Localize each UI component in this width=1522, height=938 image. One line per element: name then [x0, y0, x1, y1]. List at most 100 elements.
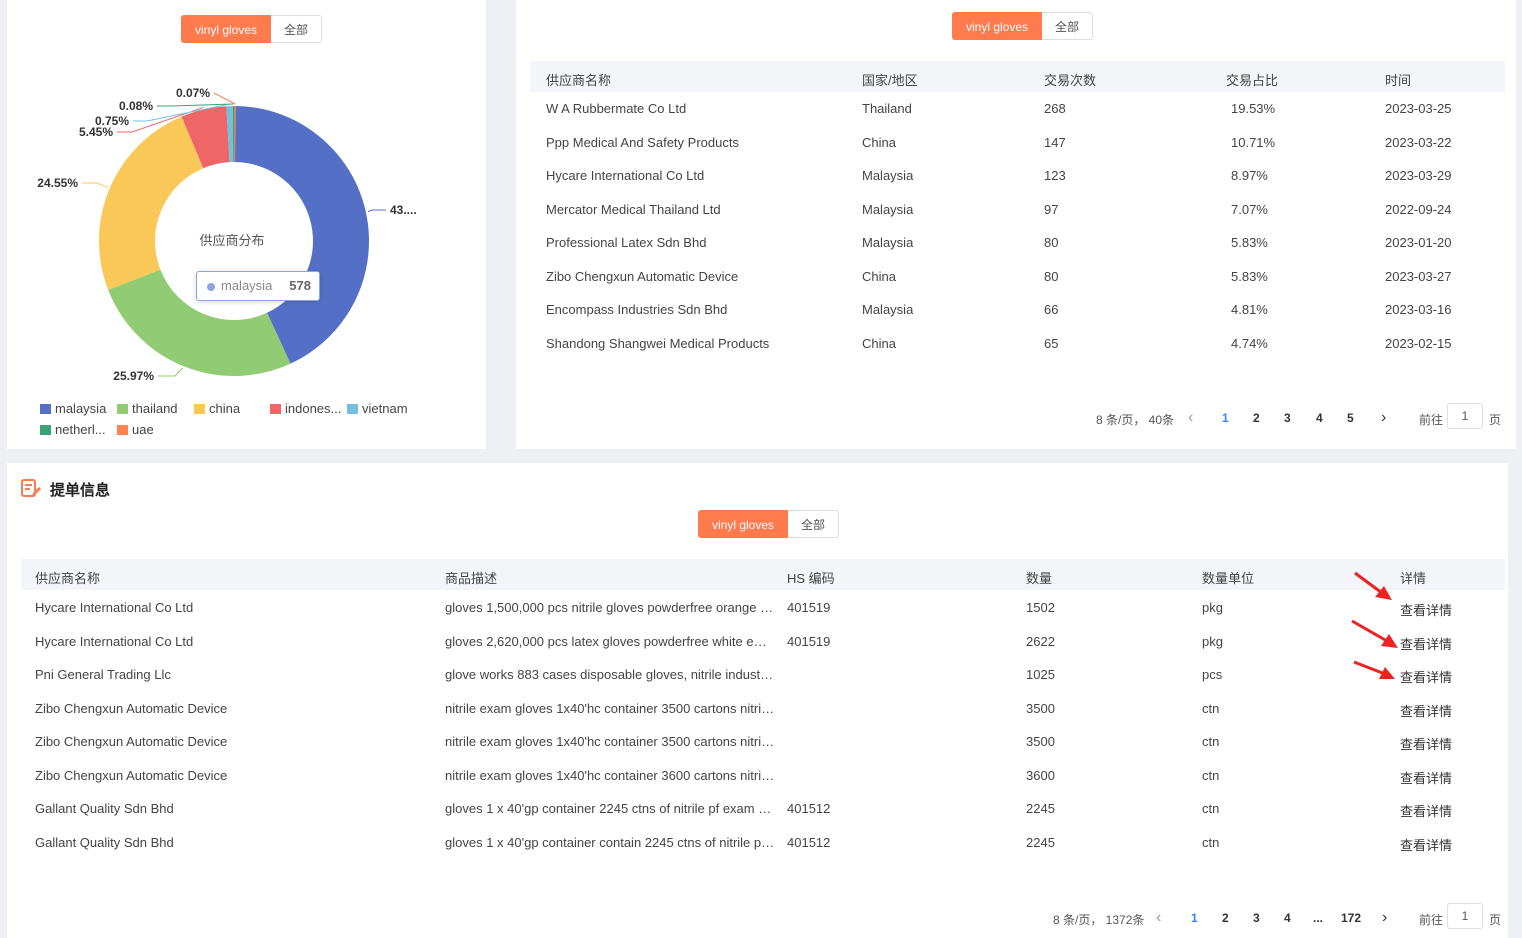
legend-item[interactable]: china: [194, 401, 240, 416]
pager-goto-label: 前往: [1419, 413, 1444, 427]
pager-prev-button[interactable]: ‹: [1188, 409, 1193, 427]
cell-quantity: 3600: [1026, 767, 1055, 783]
pager-page-4[interactable]: 4: [1284, 911, 1291, 925]
pager-goto-input[interactable]: 1: [1447, 903, 1483, 929]
pager-page-1[interactable]: 1: [1191, 911, 1198, 925]
tab-all[interactable]: 全部: [1042, 12, 1094, 40]
pager-next-button[interactable]: ›: [1382, 909, 1387, 927]
tooltip-value: 578: [289, 278, 311, 293]
table-row: Zibo Chengxun Automatic Device nitrile ex…: [21, 701, 1505, 721]
legend-item[interactable]: indones...: [270, 401, 341, 416]
cell-country: China: [862, 134, 896, 150]
table-header: 供应商名称 国家/地区 交易次数 交易占比 时间: [530, 61, 1505, 92]
label-leader-line: [82, 182, 109, 189]
legend-label: vietnam: [362, 401, 408, 416]
legend-swatch: [194, 404, 205, 414]
pager-page-172[interactable]: 172: [1341, 911, 1361, 925]
legend-item[interactable]: uae: [117, 422, 154, 437]
table-row: Gallant Quality Sdn Bhd gloves 1 x 40'gp …: [21, 835, 1505, 855]
pager-page-1[interactable]: 1: [1222, 411, 1229, 425]
view-detail-link[interactable]: 查看详情: [1400, 801, 1452, 820]
pager-next-button[interactable]: ›: [1381, 409, 1386, 427]
legend-label: china: [209, 401, 241, 416]
table-row: Ppp Medical And Safety Products China 147 1…: [530, 135, 1505, 155]
cell-trade-share: 10.71%: [1231, 134, 1276, 150]
col-country: 国家/地区: [862, 73, 918, 88]
pager-ellipsis[interactable]: ...: [1313, 911, 1323, 925]
label-leader-line: [367, 209, 386, 213]
supplier-table: 供应商名称 国家/地区 交易次数 交易占比 时间 W A Rubbermate …: [530, 61, 1505, 361]
col-supplier: 供应商名称: [546, 73, 612, 88]
cell-quantity: 2245: [1026, 801, 1055, 816]
cell-hs-code: 401512: [787, 801, 831, 816]
cell-supplier: Pni General Trading Llc: [35, 667, 171, 682]
cell-unit: ctn: [1202, 700, 1220, 716]
pager-page-3[interactable]: 3: [1253, 911, 1260, 925]
slice-label: 0.08%: [119, 99, 153, 113]
pager-page-suffix: 页: [1489, 913, 1502, 927]
cell-trade-count: 123: [1044, 168, 1066, 183]
cell-description: gloves 1,500,000 pcs nitrile gloves powd…: [445, 600, 775, 615]
cell-date: 2023-03-29: [1385, 168, 1452, 183]
view-detail-link[interactable]: 查看详情: [1400, 701, 1452, 720]
tab-vinyl-gloves[interactable]: vinyl gloves: [952, 12, 1043, 40]
cell-date: 2022-09-24: [1385, 201, 1452, 217]
col-quantity: 数量: [1026, 571, 1053, 586]
pager-page-5[interactable]: 5: [1347, 411, 1354, 425]
cell-hs-code: 401512: [787, 834, 831, 850]
legend-swatch: [270, 404, 281, 414]
cell-description: nitrile exam gloves 1x40'hc container 35…: [445, 700, 775, 716]
chart-panel: vinyl gloves 全部 43.... 25.97% 24.55% 5.45% 0…: [7, 0, 486, 449]
table-row: Zibo Chengxun Automatic Device nitrile ex…: [21, 734, 1505, 754]
cell-trade-count: 80: [1044, 268, 1059, 284]
supplier-pager: 8 条/页， 40条 ‹ 1 2 3 4 5 › 前往 1 页: [1096, 403, 1506, 430]
view-detail-link[interactable]: 查看详情: [1400, 734, 1452, 753]
slice-label: 24.55%: [37, 176, 78, 190]
legend-item[interactable]: netherl...: [40, 422, 106, 437]
donut-slice-china[interactable]: [99, 116, 204, 290]
cell-supplier: Hycare International Co Ltd: [35, 633, 194, 649]
cell-date: 2023-02-15: [1385, 335, 1452, 351]
pager-goto-input[interactable]: 1: [1447, 403, 1483, 429]
tooltip-name: malaysia: [221, 278, 273, 293]
view-detail-link[interactable]: 查看详情: [1400, 768, 1452, 787]
cell-trade-share: 4.81%: [1231, 302, 1268, 317]
legend-item[interactable]: vietnam: [347, 401, 408, 416]
cell-supplier: Shandong Shangwei Medical Products: [546, 335, 770, 351]
tooltip-marker: [207, 283, 215, 291]
table-row: Professional Latex Sdn Bhd Malaysia 80 5.83…: [530, 235, 1505, 255]
annotation-arrows: [1351, 571, 1398, 679]
cell-hs-code: 401519: [787, 633, 831, 649]
cell-date: 2023-03-22: [1385, 134, 1452, 150]
cell-unit: pkg: [1202, 633, 1223, 649]
cell-unit: ctn: [1202, 767, 1220, 783]
cell-unit: ctn: [1202, 801, 1220, 816]
supplier-distribution-donut: 43....25.97%24.55%5.45%0.75%0.08%0.07% 供…: [37, 86, 416, 383]
table-row: Pni General Trading Llc glove works 883 c…: [21, 667, 1505, 687]
pager-page-4[interactable]: 4: [1316, 411, 1323, 425]
legend-swatch: [117, 404, 128, 414]
pager-prev-button[interactable]: ‹: [1156, 909, 1161, 927]
cell-trade-share: 4.74%: [1231, 335, 1268, 351]
cell-description: gloves 1 x 40'gp container 2245 ctns of …: [445, 801, 775, 816]
legend-item[interactable]: malaysia: [40, 401, 106, 416]
view-detail-link[interactable]: 查看详情: [1400, 835, 1452, 854]
tab-all[interactable]: 全部: [788, 510, 840, 538]
cell-supplier: Zibo Chengxun Automatic Device: [35, 734, 228, 749]
tab-vinyl-gloves[interactable]: vinyl gloves: [698, 510, 789, 538]
arrow-icon: [1353, 660, 1395, 679]
legend-label: netherl...: [55, 422, 106, 437]
table-row: Zibo Chengxun Automatic Device China 80 5.8…: [530, 269, 1505, 289]
pager-page-2[interactable]: 2: [1253, 411, 1260, 425]
label-leader-line: [213, 92, 236, 105]
cell-country: Thailand: [862, 101, 912, 116]
supplier-tab-group: vinyl gloves 全部: [952, 12, 1094, 40]
pager-page-2[interactable]: 2: [1222, 911, 1229, 925]
col-hs-code: HS 编码: [787, 571, 835, 586]
cell-date: 2023-03-25: [1385, 101, 1452, 116]
legend-item[interactable]: thailand: [117, 401, 178, 416]
cell-supplier: Ppp Medical And Safety Products: [546, 134, 739, 150]
table-row: Zibo Chengxun Automatic Device nitrile ex…: [21, 768, 1505, 788]
table-row: Mercator Medical Thailand Ltd Malaysia 97 7…: [530, 202, 1505, 222]
pager-page-3[interactable]: 3: [1284, 411, 1291, 425]
